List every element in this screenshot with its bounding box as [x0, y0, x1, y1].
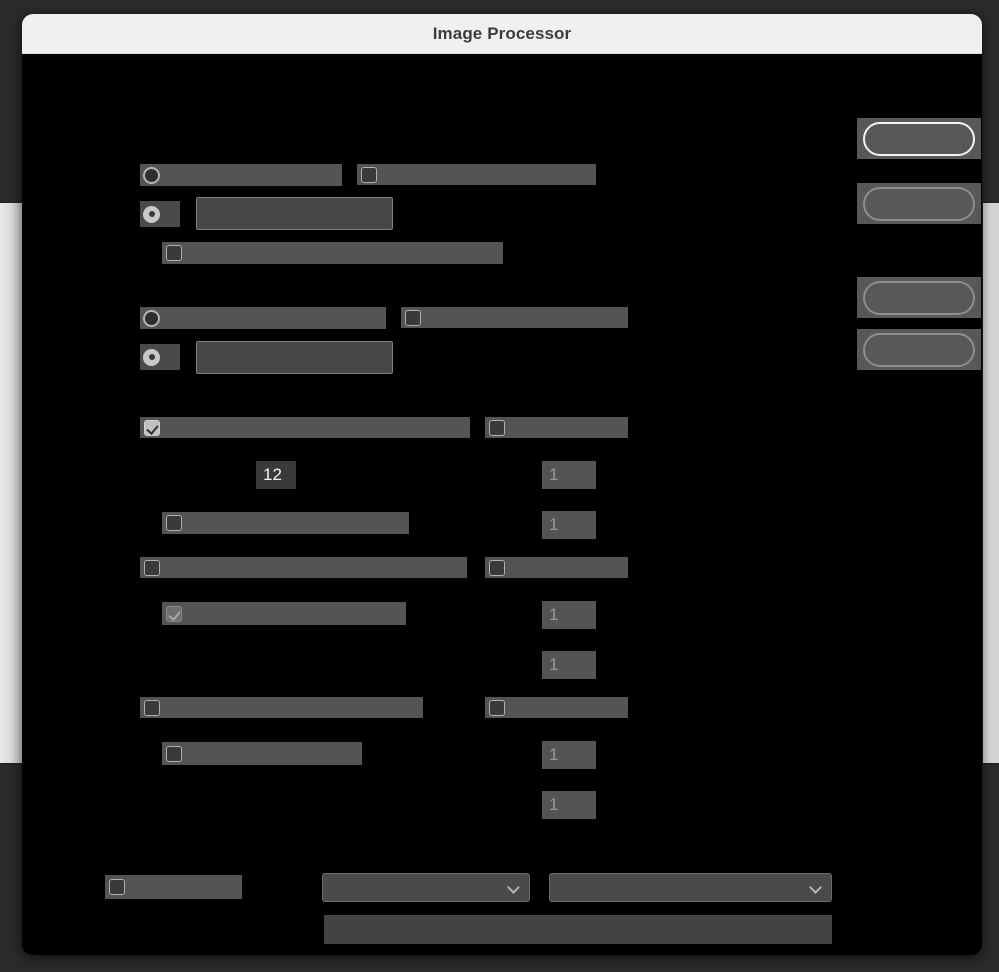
resize-width-input[interactable]: 12: [256, 461, 296, 489]
radio-output-mode-icon[interactable]: [143, 309, 160, 327]
secondary-action-button-wrap: [857, 183, 981, 224]
dialog-title: Image Processor: [432, 23, 572, 43]
crop-width-input[interactable]: 1: [542, 601, 596, 629]
checkbox-recursive-scan-icon[interactable]: [166, 245, 182, 261]
radio-row-source-mode[interactable]: [140, 164, 342, 186]
primary-action-button[interactable]: [863, 121, 975, 156]
quaternary-action-button[interactable]: [863, 332, 975, 367]
checkbox-resize-filter-icon[interactable]: [166, 515, 182, 531]
watermark-y-input[interactable]: 1: [542, 791, 596, 819]
checkbox-row-resize-filter[interactable]: [162, 512, 409, 534]
checkbox-resize-enabled-icon[interactable]: [144, 419, 160, 436]
radio-source-file-icon[interactable]: [143, 205, 160, 223]
checkbox-keep-aspect-icon[interactable]: [489, 419, 505, 436]
checkbox-row-crop-center[interactable]: [485, 557, 628, 578]
image-processor-dialog: Image Processor 12 1 1 1 1 1 1: [22, 14, 982, 955]
resize-scale-input[interactable]: 1: [542, 511, 596, 539]
checkbox-watermark-opacity-icon[interactable]: [166, 745, 182, 762]
radio-row-source-file[interactable]: [140, 201, 180, 227]
checkbox-crop-enabled-icon[interactable]: [144, 559, 160, 576]
format-select[interactable]: [322, 873, 530, 902]
checkbox-crop-center-icon[interactable]: [489, 559, 505, 576]
radio-row-output-mode[interactable]: [140, 307, 386, 329]
checkbox-row-keep-metadata[interactable]: [357, 164, 596, 185]
source-file-input[interactable]: [196, 197, 393, 230]
checkbox-overwrite-icon[interactable]: [405, 309, 421, 326]
checkbox-row-keep-aspect[interactable]: [485, 417, 628, 438]
secondary-action-button[interactable]: [863, 186, 975, 221]
checkbox-row-watermark-opacity[interactable]: [162, 742, 362, 765]
resize-height-input[interactable]: 1: [542, 461, 596, 489]
checkbox-row-watermark-enabled[interactable]: [140, 697, 423, 718]
background-window-left[interactable]: [0, 203, 22, 763]
checkbox-keep-metadata-icon[interactable]: [361, 166, 377, 183]
radio-output-folder-icon[interactable]: [143, 348, 160, 366]
watermark-x-input[interactable]: 1: [542, 741, 596, 769]
chevron-down-icon: [810, 882, 821, 893]
output-folder-input[interactable]: [196, 341, 393, 374]
checkbox-row-resize-enabled[interactable]: [140, 417, 470, 438]
tertiary-action-button-wrap: [857, 277, 981, 318]
output-path-input[interactable]: [324, 915, 832, 944]
checkbox-enable-export-icon[interactable]: [109, 879, 125, 895]
preset-select[interactable]: [549, 873, 832, 902]
checkbox-watermark-tile-icon[interactable]: [489, 699, 505, 716]
radio-source-mode-icon[interactable]: [143, 166, 160, 184]
checkbox-row-watermark-tile[interactable]: [485, 697, 628, 718]
dialog-titlebar[interactable]: Image Processor: [22, 14, 982, 54]
primary-action-button-wrap: [857, 118, 981, 159]
crop-height-input[interactable]: 1: [542, 651, 596, 679]
tertiary-action-button[interactable]: [863, 280, 975, 315]
background-window-right[interactable]: [983, 203, 999, 763]
checkbox-row-recursive-scan[interactable]: [162, 242, 503, 264]
dialog-content: 12 1 1 1 1 1 1: [22, 54, 982, 955]
chevron-down-icon: [508, 882, 519, 893]
checkbox-row-crop-enabled[interactable]: [140, 557, 467, 578]
checkbox-crop-ratio-icon[interactable]: [166, 605, 182, 622]
checkbox-row-overwrite[interactable]: [401, 307, 628, 328]
checkbox-row-crop-ratio[interactable]: [162, 602, 406, 625]
checkbox-row-enable-export[interactable]: [105, 875, 242, 899]
checkbox-watermark-enabled-icon[interactable]: [144, 699, 160, 716]
radio-row-output-folder[interactable]: [140, 344, 180, 370]
quaternary-action-button-wrap: [857, 329, 981, 370]
